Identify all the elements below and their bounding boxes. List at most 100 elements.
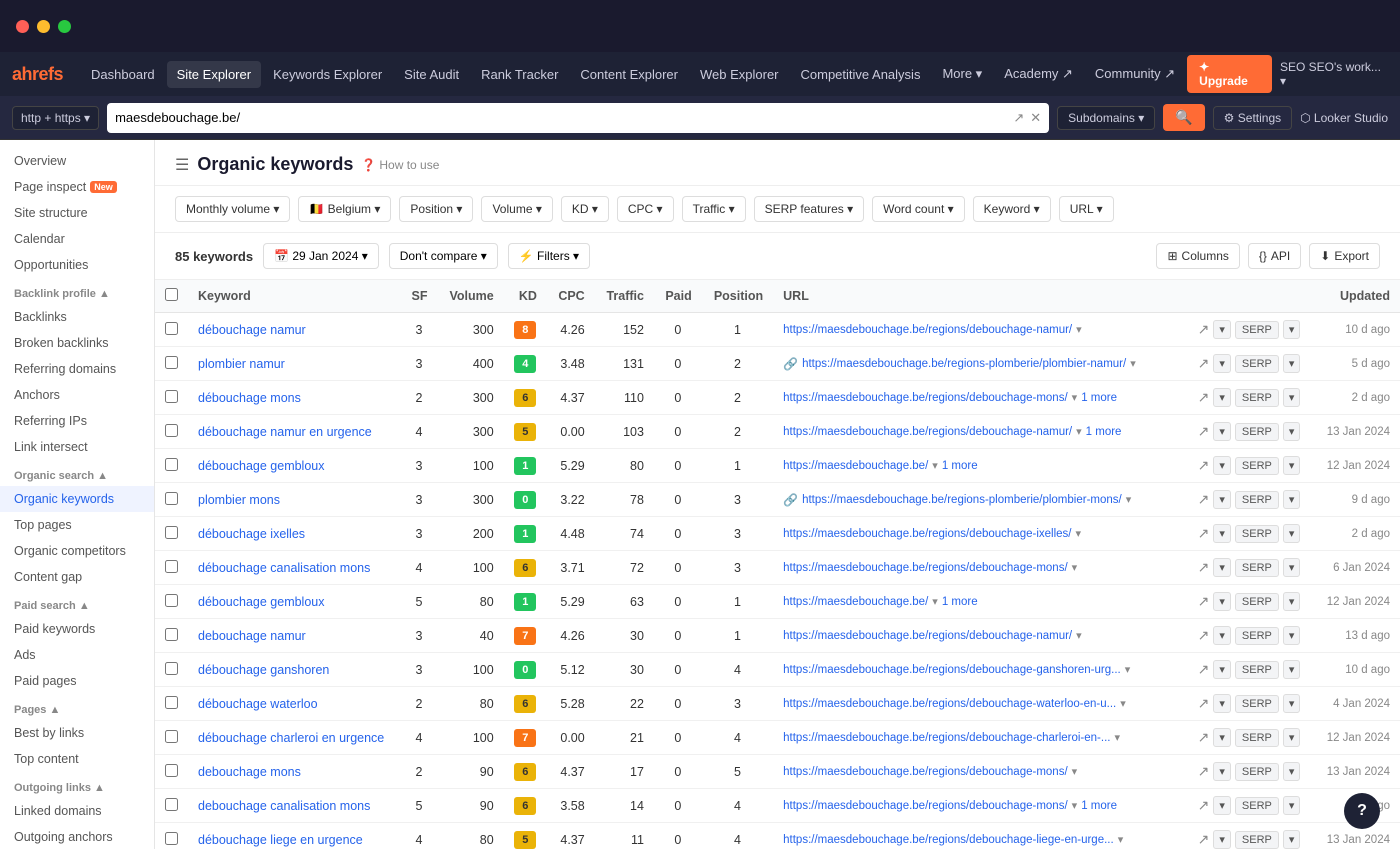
trend-icon[interactable]: ↗ <box>1198 729 1210 746</box>
row-checkbox[interactable] <box>165 390 178 403</box>
filter-belgium[interactable]: 🇧🇪 Belgium ▾ <box>298 196 391 222</box>
select-all-checkbox[interactable] <box>165 288 178 301</box>
row-checkbox[interactable] <box>165 492 178 505</box>
serp-button[interactable]: SERP <box>1235 525 1279 543</box>
trend-dropdown[interactable]: ▾ <box>1213 388 1231 407</box>
url-link[interactable]: https://maesdebouchage.be/regions/debouc… <box>783 766 1068 778</box>
sidebar-item-calendar[interactable]: Calendar <box>0 226 154 252</box>
serp-dropdown[interactable]: ▾ <box>1283 456 1301 475</box>
trend-icon[interactable]: ↗ <box>1198 661 1210 678</box>
columns-button[interactable]: ⊞ Columns <box>1156 243 1239 269</box>
serp-dropdown[interactable]: ▾ <box>1283 558 1301 577</box>
filter-serp-features[interactable]: SERP features ▾ <box>754 196 865 222</box>
serp-button[interactable]: SERP <box>1235 695 1279 713</box>
sidebar-item-content-gap[interactable]: Content gap <box>0 564 154 590</box>
trend-icon[interactable]: ↗ <box>1198 525 1210 542</box>
row-checkbox[interactable] <box>165 798 178 811</box>
row-checkbox[interactable] <box>165 594 178 607</box>
url-dropdown-icon[interactable]: ▾ <box>1120 697 1126 710</box>
sidebar-item-top-content[interactable]: Top content <box>0 746 154 772</box>
trend-icon[interactable]: ↗ <box>1198 355 1210 372</box>
sidebar-item-overview[interactable]: Overview <box>0 148 154 174</box>
keyword-link[interactable]: debouchage canalisation mons <box>198 799 370 813</box>
header-checkbox[interactable] <box>155 280 188 313</box>
keyword-link[interactable]: débouchage gembloux <box>198 459 325 473</box>
sidebar-item-top-pages[interactable]: Top pages <box>0 512 154 538</box>
url-dropdown-icon[interactable]: ▾ <box>1072 765 1078 778</box>
serp-dropdown[interactable]: ▾ <box>1283 762 1301 781</box>
url-dropdown-icon[interactable]: ▾ <box>1076 425 1082 438</box>
serp-dropdown[interactable]: ▾ <box>1283 388 1301 407</box>
serp-dropdown[interactable]: ▾ <box>1283 626 1301 645</box>
nav-item-keywords-explorer[interactable]: Keywords Explorer <box>263 61 392 88</box>
url-link[interactable]: https://maesdebouchage.be/regions/debouc… <box>783 698 1116 710</box>
filter-kd[interactable]: KD ▾ <box>561 196 609 222</box>
serp-button[interactable]: SERP <box>1235 559 1279 577</box>
trend-dropdown[interactable]: ▾ <box>1213 796 1231 815</box>
keyword-link[interactable]: débouchage ixelles <box>198 527 305 541</box>
nav-item-site-audit[interactable]: Site Audit <box>394 61 469 88</box>
trend-icon[interactable]: ↗ <box>1198 321 1210 338</box>
filter-cpc[interactable]: CPC ▾ <box>617 196 674 222</box>
header-url[interactable]: URL <box>773 280 1188 313</box>
row-checkbox[interactable] <box>165 628 178 641</box>
help-button[interactable]: ? <box>1344 793 1380 829</box>
header-keyword[interactable]: Keyword <box>188 280 400 313</box>
trend-dropdown[interactable]: ▾ <box>1213 422 1231 441</box>
row-checkbox[interactable] <box>165 458 178 471</box>
header-volume[interactable]: Volume <box>438 280 504 313</box>
settings-button[interactable]: ⚙ Settings <box>1213 106 1292 130</box>
url-dropdown-icon[interactable]: ▾ <box>1125 663 1131 676</box>
nav-item-community[interactable]: Community ↗ <box>1085 60 1185 88</box>
serp-dropdown[interactable]: ▾ <box>1283 592 1301 611</box>
serp-dropdown[interactable]: ▾ <box>1283 660 1301 679</box>
trend-icon[interactable]: ↗ <box>1198 593 1210 610</box>
trend-dropdown[interactable]: ▾ <box>1213 728 1231 747</box>
sidebar-item-referring-ips[interactable]: Referring IPs <box>0 408 154 434</box>
serp-button[interactable]: SERP <box>1235 661 1279 679</box>
keyword-link[interactable]: débouchage canalisation mons <box>198 561 370 575</box>
sidebar-item-organic-keywords[interactable]: Organic keywords <box>0 486 154 512</box>
traffic-light-yellow[interactable] <box>37 20 50 33</box>
filter-position[interactable]: Position ▾ <box>399 196 473 222</box>
export-button[interactable]: ⬇ Export <box>1309 243 1380 269</box>
trend-dropdown[interactable]: ▾ <box>1213 354 1231 373</box>
header-kd[interactable]: KD <box>504 280 547 313</box>
trend-icon[interactable]: ↗ <box>1198 457 1210 474</box>
url-link[interactable]: https://maesdebouchage.be/regions/debouc… <box>783 664 1121 676</box>
keyword-link[interactable]: débouchage waterloo <box>198 697 318 711</box>
sidebar-item-ads[interactable]: Ads <box>0 642 154 668</box>
url-input[interactable] <box>115 110 1007 125</box>
sidebar-item-paid-pages[interactable]: Paid pages <box>0 668 154 694</box>
url-dropdown-icon[interactable]: ▾ <box>1076 323 1082 336</box>
sidebar-item-broken-backlinks[interactable]: Broken backlinks <box>0 330 154 356</box>
nav-item-rank-tracker[interactable]: Rank Tracker <box>471 61 568 88</box>
header-paid[interactable]: Paid <box>654 280 702 313</box>
serp-button[interactable]: SERP <box>1235 491 1279 509</box>
trend-dropdown[interactable]: ▾ <box>1213 524 1231 543</box>
url-dropdown-icon[interactable]: ▾ <box>1114 731 1120 744</box>
keyword-link[interactable]: plombier namur <box>198 357 285 371</box>
nav-item-content-explorer[interactable]: Content Explorer <box>570 61 688 88</box>
trend-dropdown[interactable]: ▾ <box>1213 762 1231 781</box>
url-dropdown-icon[interactable]: ▾ <box>1118 833 1124 846</box>
serp-button[interactable]: SERP <box>1235 627 1279 645</box>
url-dropdown-icon[interactable]: ▾ <box>1076 629 1082 642</box>
sidebar-item-referring-domains[interactable]: Referring domains <box>0 356 154 382</box>
more-urls-link[interactable]: 1 more <box>1081 800 1117 812</box>
filter-keyword[interactable]: Keyword ▾ <box>973 196 1051 222</box>
workspace-selector[interactable]: SEO SEO's work... ▾ <box>1280 60 1388 88</box>
url-link[interactable]: https://maesdebouchage.be/regions/debouc… <box>783 426 1072 438</box>
nav-logo[interactable]: ahrefs <box>12 64 63 85</box>
traffic-light-green[interactable] <box>58 20 71 33</box>
nav-item-academy[interactable]: Academy ↗ <box>994 60 1083 88</box>
url-link[interactable]: https://maesdebouchage.be/regions/debouc… <box>783 630 1072 642</box>
filter-monthly-volume[interactable]: Monthly volume ▾ <box>175 196 290 222</box>
more-urls-link[interactable]: 1 more <box>1081 392 1117 404</box>
trend-icon[interactable]: ↗ <box>1198 797 1210 814</box>
url-link[interactable]: https://maesdebouchage.be/regions/debouc… <box>783 324 1072 336</box>
serp-dropdown[interactable]: ▾ <box>1283 728 1301 747</box>
url-link[interactable]: https://maesdebouchage.be/regions/debouc… <box>783 834 1114 846</box>
row-checkbox[interactable] <box>165 356 178 369</box>
serp-dropdown[interactable]: ▾ <box>1283 694 1301 713</box>
